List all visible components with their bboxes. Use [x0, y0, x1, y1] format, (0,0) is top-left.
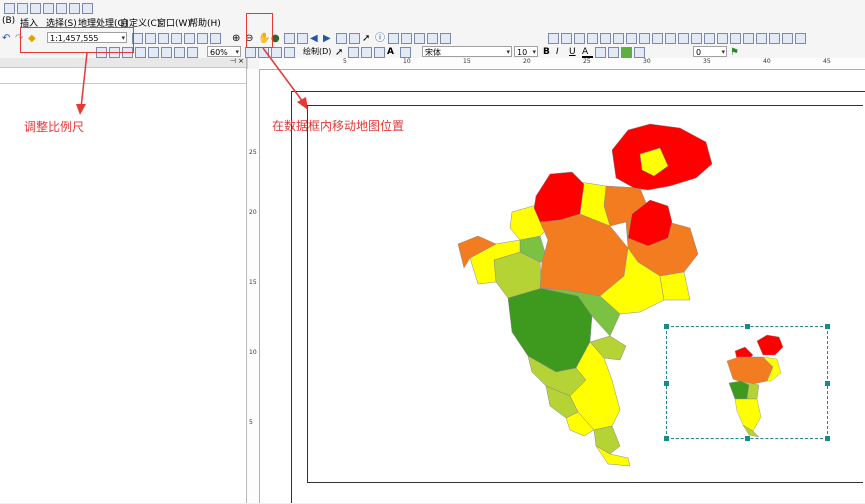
- pan-callout-arrowhead: [297, 97, 308, 110]
- scale-callout-arrowhead: [76, 104, 86, 115]
- scale-callout-arrow: [80, 52, 88, 109]
- pan-callout-text: 在数据框内移动地图位置: [272, 119, 405, 133]
- scale-callout-text: 调整比例尺: [24, 120, 85, 134]
- pan-callout-arrow: [262, 47, 304, 103]
- callout-arrows: [76, 47, 308, 115]
